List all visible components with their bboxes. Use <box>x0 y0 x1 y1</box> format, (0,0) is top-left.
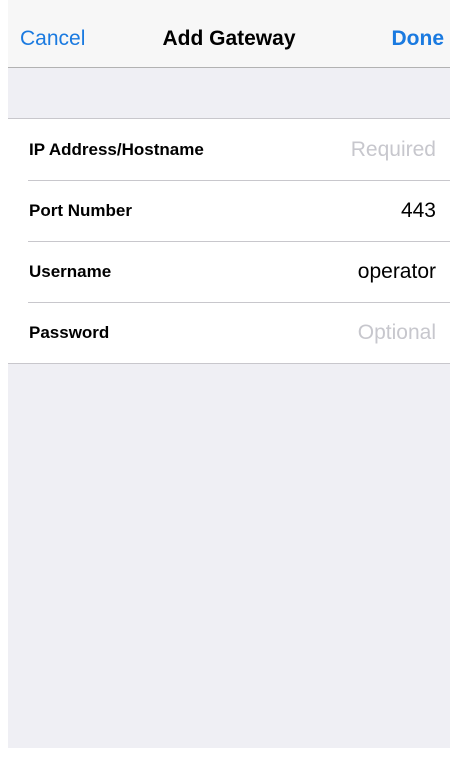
content-area: Cancel Add Gateway Done IP Address/Hostn… <box>8 0 450 748</box>
done-button[interactable]: Done <box>392 26 445 52</box>
form-row-port-number[interactable]: Port Number <box>8 180 450 241</box>
ip-address-label: IP Address/Hostname <box>29 140 204 159</box>
password-field[interactable] <box>236 315 436 351</box>
port-number-label: Port Number <box>29 201 132 220</box>
port-number-field[interactable] <box>236 193 436 229</box>
gateway-form: IP Address/Hostname Port Number Username… <box>8 118 450 364</box>
form-row-password[interactable]: Password <box>8 302 450 363</box>
username-field[interactable] <box>236 254 436 290</box>
ip-address-field[interactable] <box>236 132 436 168</box>
screen: Cancel Add Gateway Done IP Address/Hostn… <box>0 0 450 770</box>
password-label: Password <box>29 323 110 342</box>
navigation-bar: Cancel Add Gateway Done <box>8 0 450 68</box>
page-title: Add Gateway <box>162 27 296 50</box>
form-row-ip-address[interactable]: IP Address/Hostname <box>8 119 450 180</box>
form-row-username[interactable]: Username <box>8 241 450 302</box>
username-label: Username <box>29 262 112 281</box>
